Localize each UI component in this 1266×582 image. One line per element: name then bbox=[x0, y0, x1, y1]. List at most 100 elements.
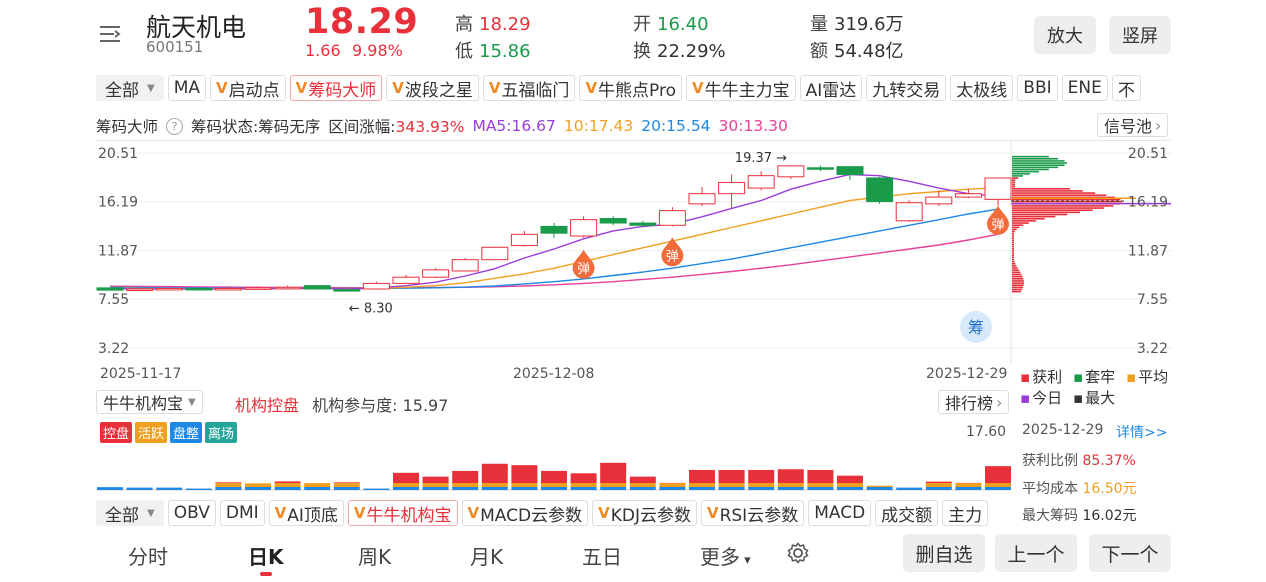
institution-bar bbox=[837, 475, 863, 490]
chip-toggle-icon[interactable]: 筹 bbox=[960, 311, 992, 343]
detail-link[interactable]: 详情>> bbox=[1116, 422, 1167, 442]
chip-bar bbox=[1012, 185, 1015, 188]
indicator-tab-8[interactable]: AI雷达 bbox=[799, 75, 863, 101]
indicator-tab-11[interactable]: BBI bbox=[1017, 75, 1058, 101]
chip-bar bbox=[1012, 267, 1018, 269]
nav-tab-3[interactable]: 月K bbox=[470, 541, 503, 570]
sub-indicator-tab-6[interactable]: V KDJ云参数 bbox=[592, 500, 697, 526]
indicator-tab-0[interactable]: 全部 ▼ bbox=[96, 75, 164, 101]
indicator-tab-1[interactable]: MA bbox=[167, 75, 206, 101]
settings-icon[interactable] bbox=[786, 541, 810, 569]
y-tick-label-left: 11.87 bbox=[98, 243, 138, 259]
indicator-tab-4[interactable]: V 波段之星 bbox=[386, 75, 479, 101]
zoom-button[interactable]: 放大 bbox=[1034, 16, 1096, 54]
sub-indicator-tab-7[interactable]: V RSI云参数 bbox=[700, 500, 805, 526]
v-badge-icon: V bbox=[274, 504, 287, 522]
v-badge-icon: V bbox=[692, 79, 704, 97]
chip-bar bbox=[1012, 237, 1014, 239]
sub-indicator-tab-8[interactable]: MACD bbox=[808, 500, 872, 526]
ma10-value: 10:17.43 bbox=[563, 117, 634, 135]
institution-bar bbox=[955, 482, 982, 490]
nav-tab-4[interactable]: 五日 bbox=[582, 541, 622, 570]
sub-indicator-select[interactable]: 牛牛机构宝 ▼ bbox=[96, 390, 203, 414]
indicator-tab-6[interactable]: V 牛熊点Pro bbox=[579, 75, 683, 101]
tab-label: 五福临门 bbox=[501, 80, 570, 101]
svg-text:弹: 弹 bbox=[666, 249, 679, 264]
chip-bar bbox=[1012, 183, 1015, 186]
ma30-line bbox=[109, 233, 999, 289]
indicator-tab-9[interactable]: 九转交易 bbox=[866, 75, 947, 101]
ma10-line bbox=[109, 187, 999, 290]
remove-watchlist-button[interactable]: 删自选 bbox=[903, 534, 985, 572]
institution-bar bbox=[245, 483, 271, 490]
active-tab-indicator bbox=[259, 572, 272, 576]
indicator-tab-5[interactable]: V 五福临门 bbox=[482, 75, 576, 101]
help-icon[interactable]: ? bbox=[166, 117, 184, 135]
sub-indicator-tab-0[interactable]: 全部 ▼ bbox=[96, 500, 164, 526]
chip-status: 筹码状态:筹码无序 bbox=[191, 118, 321, 136]
candle bbox=[895, 200, 923, 222]
sub-indicator-tab-1[interactable]: OBV bbox=[167, 500, 216, 526]
indicator-title: 筹码大师 bbox=[96, 118, 159, 136]
previous-stock-button[interactable]: 上一个 bbox=[995, 534, 1077, 572]
portrait-button[interactable]: 竖屏 bbox=[1109, 16, 1171, 54]
sub-indicator-tab-2[interactable]: DMI bbox=[219, 500, 265, 526]
signal-pool-button[interactable]: 信号池 › bbox=[1097, 113, 1169, 137]
tab-label: MACD云参数 bbox=[480, 505, 583, 526]
candlestick-chart[interactable]: 20.51 20.51 16.19 16.19 11.87 11.87 7.55 7.55 3.… bbox=[96, 140, 1171, 365]
tab-label: 成交额 bbox=[881, 505, 933, 526]
chip-bar bbox=[1012, 262, 1016, 265]
indicator-tab-3[interactable]: V 筹码大师 bbox=[289, 75, 383, 101]
candle bbox=[451, 258, 479, 272]
indicator-tab-2[interactable]: V 启动点 bbox=[210, 75, 286, 101]
nav-tab-2[interactable]: 周K bbox=[358, 541, 391, 570]
chip-bar bbox=[1012, 155, 1049, 158]
sub-indicator-tab-5[interactable]: V MACD云参数 bbox=[461, 500, 589, 526]
v-badge-icon: V bbox=[392, 79, 404, 97]
sub-indicator-info: 机构控盘 机构参与度: 15.97 bbox=[235, 392, 448, 416]
sub-indicator-tab-3[interactable]: V AI顶底 bbox=[268, 500, 344, 526]
nav-tab-5[interactable]: 更多 ▾ bbox=[700, 541, 751, 570]
candle bbox=[658, 207, 686, 227]
chip-bar bbox=[1012, 243, 1014, 246]
candle bbox=[422, 268, 450, 279]
indicator-tab-13[interactable]: 不 bbox=[1111, 75, 1141, 101]
chip-bar bbox=[1012, 282, 1024, 284]
sub-indicator-tab-9[interactable]: 成交额 bbox=[875, 500, 939, 526]
v-badge-icon: V bbox=[598, 504, 610, 522]
indicator-tab-7[interactable]: V 牛牛主力宝 bbox=[686, 75, 796, 101]
chip-legend-item: ▪ 最大 bbox=[1073, 389, 1116, 407]
chip-date: 2025-12-29 bbox=[1022, 422, 1104, 438]
institution-bar bbox=[925, 481, 952, 490]
next-stock-button[interactable]: 下一个 bbox=[1089, 534, 1171, 572]
candle bbox=[629, 220, 657, 228]
sub-indicator-tab-10[interactable]: 主力 bbox=[942, 500, 989, 526]
indicator-tab-12[interactable]: ENE bbox=[1061, 75, 1108, 101]
candle bbox=[392, 274, 420, 284]
institution-bar bbox=[304, 483, 331, 490]
y-tick-label-left: 20.51 bbox=[98, 146, 138, 162]
chip-bar bbox=[1012, 245, 1014, 248]
bounce-signal-icon[interactable]: 弹 bbox=[572, 249, 595, 279]
high-marker-label: 19.37 → bbox=[735, 151, 787, 166]
tab-label: 全部 bbox=[105, 80, 139, 101]
nav-tab-0[interactable]: 分时 bbox=[128, 541, 168, 570]
tab-label: OBV bbox=[173, 503, 210, 523]
rank-button[interactable]: 排行榜 › bbox=[938, 390, 1010, 414]
chip-bar bbox=[1012, 207, 1105, 209]
nav-tab-1[interactable]: 日K bbox=[248, 541, 284, 576]
sub-indicator-tab-4[interactable]: V 牛牛机构宝 bbox=[347, 500, 458, 526]
chip-legend-item: ▪ 套牢 bbox=[1073, 368, 1116, 386]
indicator-tab-10[interactable]: 太极线 bbox=[950, 75, 1014, 101]
ma30-value: 30:13.30 bbox=[718, 117, 788, 135]
menu-icon[interactable] bbox=[98, 22, 124, 46]
candle bbox=[747, 171, 775, 191]
bounce-signal-icon[interactable]: 弹 bbox=[661, 237, 684, 267]
x-axis-date-label: 2025-12-29 bbox=[926, 366, 1008, 382]
tab-label: 筹码大师 bbox=[308, 80, 377, 101]
chip-distribution bbox=[1012, 155, 1122, 293]
institution-bar bbox=[866, 485, 893, 490]
svg-text:弹: 弹 bbox=[577, 262, 590, 277]
max-chip: 最大筹码 16.02元 bbox=[1022, 508, 1137, 524]
low-stat: 低 15.86 bbox=[455, 41, 531, 62]
